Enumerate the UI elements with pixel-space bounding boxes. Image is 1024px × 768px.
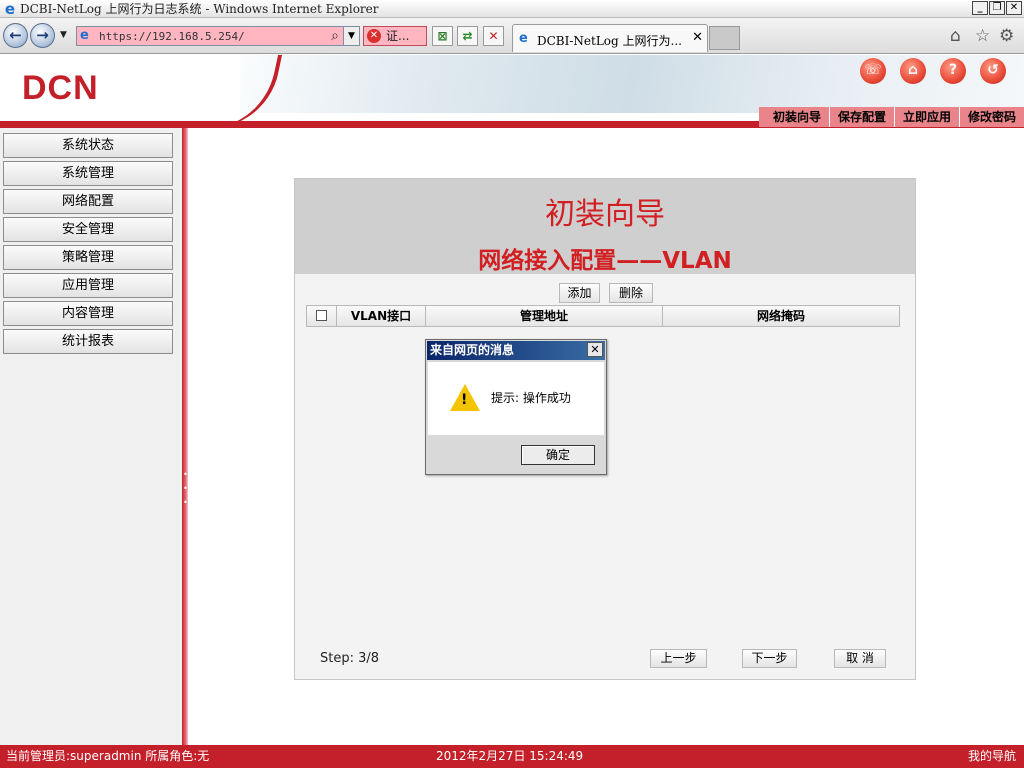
column-vlan-interface: VLAN接口 — [336, 306, 425, 326]
stop-icon[interactable]: ✕ — [483, 26, 504, 46]
menu-install-wizard[interactable]: 初装向导 — [759, 107, 829, 127]
tab-title: DCBI-NetLog 上网行为... — [537, 34, 682, 48]
header-swoosh — [195, 55, 285, 128]
warning-mark: ! — [461, 392, 468, 408]
certificate-error-icon: ✕ — [367, 29, 381, 43]
sidebar-item-network-config[interactable]: 网络配置 — [3, 189, 173, 214]
browser-tab[interactable]: e DCBI-NetLog 上网行为... ✕ — [512, 24, 708, 52]
menu-change-password[interactable]: 修改密码 — [958, 107, 1024, 127]
current-datetime: 2012年2月27日 15:24:49 — [436, 749, 584, 763]
window-titlebar: e DCBI-NetLog 上网行为日志系统 - Windows Interne… — [0, 0, 1024, 18]
dialog-close-icon[interactable]: ✕ — [587, 342, 603, 357]
prev-step-button[interactable]: 上一步 — [650, 649, 707, 668]
tab-page-icon: e — [519, 31, 528, 46]
back-arrow-icon: ← — [9, 26, 22, 44]
sidebar-item-system-management[interactable]: 系统管理 — [3, 161, 173, 186]
back-button[interactable]: ← — [3, 23, 28, 48]
window-title: DCBI-NetLog 上网行为日志系统 - Windows Internet … — [20, 2, 379, 16]
dialog-title: 来自网页的消息 — [427, 341, 605, 360]
search-icon[interactable]: ⌕ — [331, 28, 339, 44]
wizard-subtitle: 网络接入配置——VLAN — [478, 248, 732, 274]
menu-apply-now[interactable]: 立即应用 — [893, 107, 959, 127]
my-navigation-link[interactable]: 我的导航 — [968, 745, 1016, 767]
favorites-star-icon[interactable]: ☆ — [975, 26, 990, 46]
compatibility-view-icon[interactable]: ⊠ — [432, 26, 453, 46]
home-icon[interactable]: ⌂ — [950, 26, 961, 46]
logout-icon[interactable]: ↺ — [980, 58, 1006, 84]
cancel-button[interactable]: 取 消 — [834, 649, 886, 668]
phone-icon[interactable]: ☏ — [860, 58, 886, 84]
tools-gear-icon[interactable]: ⚙ — [999, 26, 1014, 46]
dialog-message: 提示: 操作成功 — [491, 391, 571, 405]
forward-button[interactable]: → — [30, 23, 55, 48]
address-url[interactable]: https://192.168.5.254/ — [99, 30, 245, 43]
address-bar[interactable]: e https://192.168.5.254/ ⌕ ▼ — [76, 26, 360, 46]
help-icon[interactable]: ? — [940, 58, 966, 84]
wizard-title: 初装向导 — [545, 197, 665, 232]
vlan-table-header: VLAN接口 管理地址 网络掩码 — [306, 305, 900, 327]
forward-arrow-icon: → — [36, 26, 49, 44]
browser-toolbar: ← → ▼ e https://192.168.5.254/ ⌕ ▼ ✕ 证..… — [0, 18, 1024, 54]
minimize-button[interactable]: _ — [972, 1, 988, 15]
tab-close-icon[interactable]: ✕ — [692, 30, 703, 45]
home-round-icon[interactable]: ⌂ — [900, 58, 926, 84]
window-controls: _ ❐ ✕ — [972, 1, 1022, 15]
status-bar: 当前管理员:superadmin 所属角色:无 2012年2月27日 15:24… — [0, 745, 1024, 768]
new-tab-button[interactable] — [709, 26, 740, 50]
history-dropdown-icon[interactable]: ▼ — [60, 30, 67, 40]
sidebar-item-application[interactable]: 应用管理 — [3, 273, 173, 298]
add-button[interactable]: 添加 — [559, 283, 600, 303]
sidebar-item-content[interactable]: 内容管理 — [3, 301, 173, 326]
step-indicator: Step: 3/8 — [320, 651, 380, 666]
certificate-error-button[interactable]: ✕ 证... — [363, 26, 427, 46]
current-admin: 当前管理员:superadmin 所属角色:无 — [6, 749, 210, 763]
address-dropdown-icon[interactable]: ▼ — [343, 27, 359, 45]
page-icon: e — [80, 28, 89, 43]
page-header: DCN ☏ ⌂ ? ↺ 初装向导 保存配置 立即应用 修改密码 — [0, 55, 1024, 128]
column-management-address: 管理地址 — [425, 306, 662, 326]
dcn-logo: DCN — [22, 69, 99, 107]
restore-button[interactable]: ❐ — [989, 1, 1005, 15]
sidebar: 系统状态 系统管理 网络配置 安全管理 策略管理 应用管理 内容管理 统计报表 — [0, 128, 182, 745]
column-netmask: 网络掩码 — [662, 306, 899, 326]
ie-logo-icon: e — [4, 0, 16, 18]
dialog-body: ! 提示: 操作成功 — [428, 362, 604, 435]
sidebar-item-security[interactable]: 安全管理 — [3, 217, 173, 242]
next-step-button[interactable]: 下一步 — [742, 649, 797, 668]
sidebar-item-reports[interactable]: 统计报表 — [3, 329, 173, 354]
message-dialog: 来自网页的消息 ✕ ! 提示: 操作成功 确定 — [425, 339, 607, 475]
delete-button[interactable]: 删除 — [609, 283, 653, 303]
menu-save-config[interactable]: 保存配置 — [828, 107, 894, 127]
dialog-ok-button[interactable]: 确定 — [521, 445, 595, 465]
refresh-icon[interactable]: ⇄ — [457, 26, 478, 46]
sidebar-item-system-status[interactable]: 系统状态 — [3, 133, 173, 158]
wizard-header: 初装向导 网络接入配置——VLAN — [295, 179, 915, 274]
sidebar-item-policy[interactable]: 策略管理 — [3, 245, 173, 270]
select-all-checkbox[interactable] — [316, 310, 327, 321]
close-window-button[interactable]: ✕ — [1006, 1, 1022, 15]
top-menu: 初装向导 保存配置 立即应用 修改密码 — [758, 107, 1024, 127]
certificate-label: 证... — [386, 29, 410, 43]
splitter-grip-icon[interactable]: • • • — [183, 468, 188, 510]
select-all-cell — [307, 306, 336, 326]
